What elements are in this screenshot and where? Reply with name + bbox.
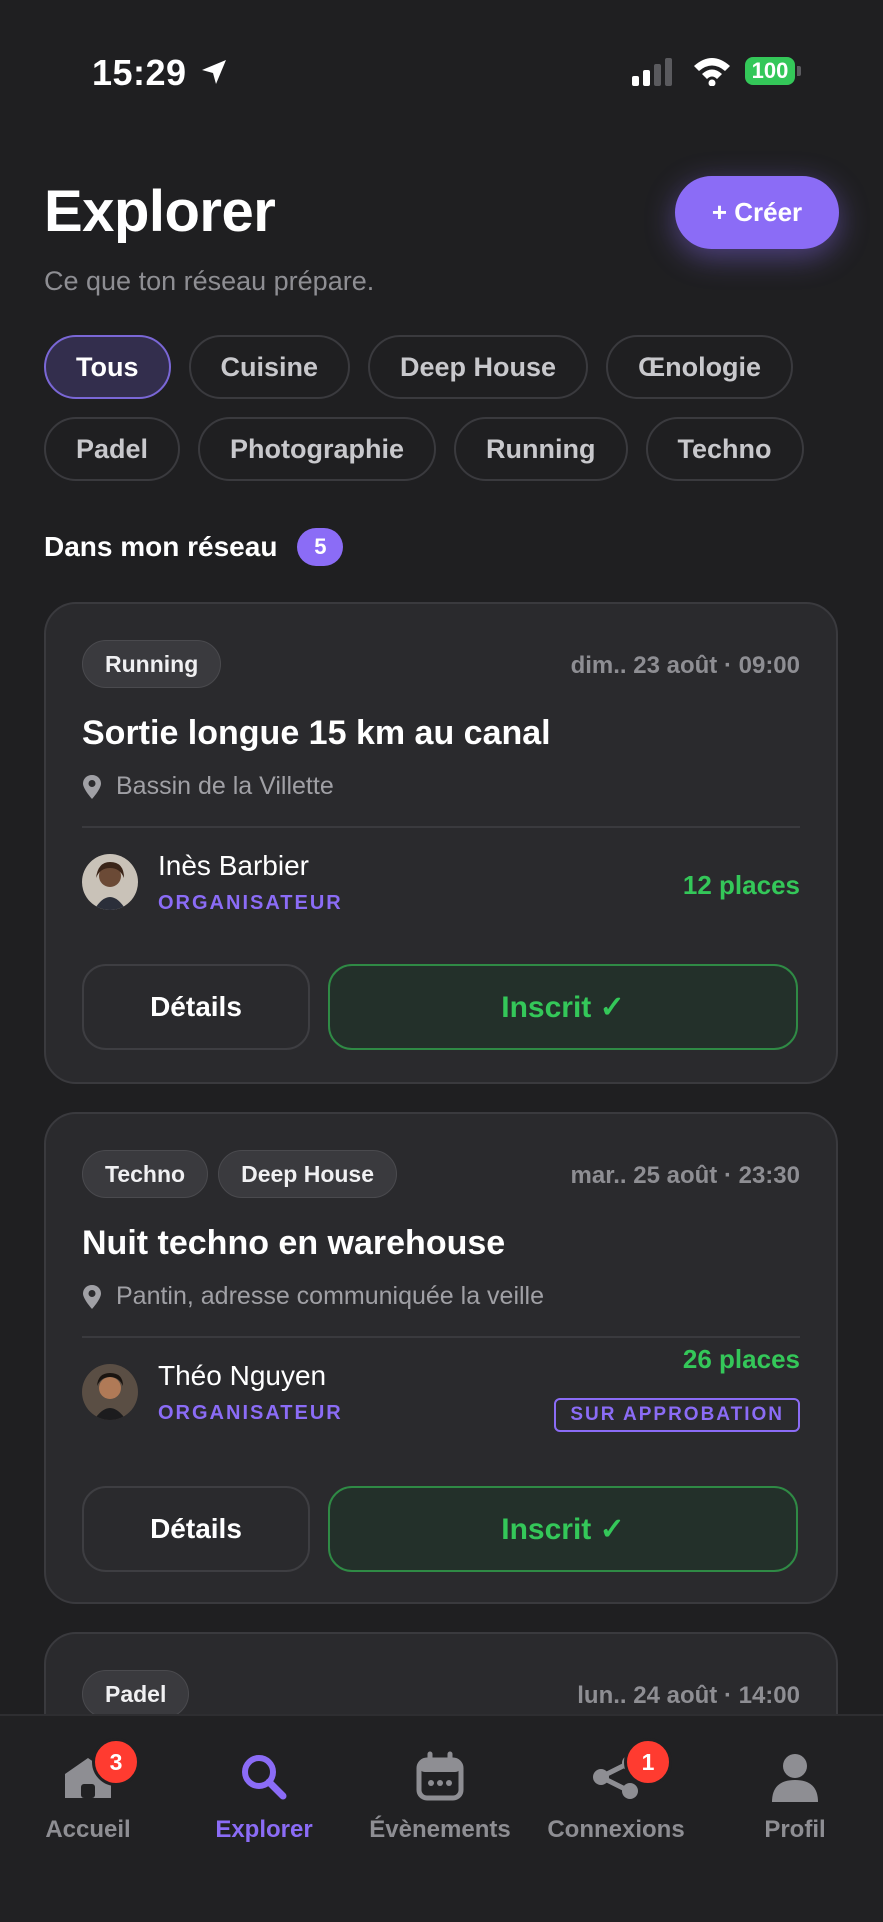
filter-chip-photographie[interactable]: Photographie	[198, 417, 437, 481]
notification-badge: 1	[624, 1738, 672, 1786]
person-icon	[772, 1754, 818, 1802]
status-bar: 15:29 100	[0, 0, 883, 120]
registered-button[interactable]: Inscrit ✓	[328, 1486, 798, 1572]
search-icon	[242, 1755, 287, 1800]
event-date: lun.. 24 août · 14:00	[577, 1682, 800, 1709]
event-location: Bassin de la Villette	[82, 772, 334, 801]
tab-label: Profil	[764, 1816, 826, 1843]
section-title: Dans mon réseau	[44, 531, 278, 562]
places-count: 26 places	[682, 1344, 800, 1374]
cellular-signal-icon	[632, 58, 672, 86]
create-button[interactable]: + Créer	[675, 176, 839, 249]
calendar-icon	[416, 1751, 464, 1801]
event-date: dim.. 23 août · 09:00	[570, 652, 800, 679]
avatar[interactable]	[82, 1364, 138, 1420]
event-location-text: Pantin, adresse communiquée la veille	[116, 1282, 545, 1310]
battery-level: 100	[745, 57, 795, 85]
filter-row: Padel Photographie Running Techno	[44, 417, 844, 481]
organizer-name: Théo Nguyen	[158, 1360, 327, 1391]
organizer-name: Inès Barbier	[158, 850, 309, 881]
tab-profil[interactable]: Profil	[707, 1716, 883, 1856]
section-count-badge: 5	[297, 528, 344, 566]
page-subtitle: Ce que ton réseau prépare.	[44, 266, 375, 296]
approval-badge: SUR APPROBATION	[554, 1398, 800, 1432]
filter-chip-techno[interactable]: Techno	[645, 417, 804, 481]
page-title: Explorer	[44, 179, 276, 244]
tab-bar: 3 Accueil Explorer Évènements 1 Connexio…	[0, 1714, 883, 1922]
location-pin-icon	[83, 1284, 101, 1309]
places-count: 12 places	[682, 870, 800, 900]
event-tags: Padel	[82, 1670, 190, 1718]
tab-label: Connexions	[547, 1816, 685, 1843]
section-header: Dans mon réseau 5	[44, 528, 344, 566]
event-title: Sortie longue 15 km au canal	[82, 714, 551, 752]
registered-button[interactable]: Inscrit ✓	[328, 964, 798, 1050]
location-arrow-icon	[202, 60, 226, 84]
filter-chip-tous[interactable]: Tous	[44, 335, 171, 399]
event-tag: Padel	[82, 1670, 190, 1718]
tab-label: Évènements	[369, 1816, 511, 1843]
event-card[interactable]: Running dim.. 23 août · 09:00 Sortie lon…	[44, 602, 838, 1084]
event-date: mar.. 25 août · 23:30	[570, 1162, 800, 1189]
organizer-role: ORGANISATEUR	[158, 892, 343, 914]
tab-connexions[interactable]: 1 Connexions	[528, 1716, 704, 1856]
event-location: Pantin, adresse communiquée la veille	[82, 1282, 544, 1311]
organizer-role: ORGANISATEUR	[158, 1402, 343, 1424]
divider	[82, 1336, 800, 1338]
filter-chip-cuisine[interactable]: Cuisine	[188, 335, 351, 399]
filter-chip-padel[interactable]: Padel	[44, 417, 181, 481]
avatar-photo	[82, 854, 138, 910]
event-tags: Running	[82, 640, 222, 688]
details-button[interactable]: Détails	[82, 1486, 310, 1572]
category-filters: Tous Cuisine Deep House Œnologie Padel P…	[44, 335, 844, 499]
event-tag: Techno	[82, 1150, 209, 1198]
tab-label: Explorer	[215, 1816, 313, 1843]
battery-tip	[797, 66, 801, 76]
filter-chip-running[interactable]: Running	[454, 417, 628, 481]
location-pin-icon	[83, 774, 101, 799]
details-button[interactable]: Détails	[82, 964, 310, 1050]
event-tag: Deep House	[218, 1150, 398, 1198]
avatar[interactable]	[82, 854, 138, 910]
tab-evenements[interactable]: Évènements	[352, 1716, 528, 1856]
wifi-icon	[694, 58, 730, 86]
notification-badge: 3	[92, 1738, 140, 1786]
battery-indicator: 100	[745, 57, 803, 87]
tab-label: Accueil	[45, 1816, 131, 1843]
filter-row: Tous Cuisine Deep House Œnologie	[44, 335, 844, 399]
filter-chip-deep-house[interactable]: Deep House	[368, 335, 589, 399]
divider	[82, 826, 800, 828]
status-time: 15:29	[92, 52, 187, 93]
event-tag: Running	[82, 640, 222, 688]
tab-explorer[interactable]: Explorer	[176, 1716, 352, 1856]
event-tags: Techno Deep House	[82, 1150, 398, 1198]
event-card[interactable]: Techno Deep House mar.. 25 août · 23:30 …	[44, 1112, 838, 1604]
filter-chip-oenologie[interactable]: Œnologie	[606, 335, 794, 399]
avatar-photo	[82, 1364, 138, 1420]
event-location-text: Bassin de la Villette	[116, 772, 334, 800]
tab-accueil[interactable]: 3 Accueil	[0, 1716, 176, 1856]
event-title: Nuit techno en warehouse	[82, 1224, 506, 1262]
